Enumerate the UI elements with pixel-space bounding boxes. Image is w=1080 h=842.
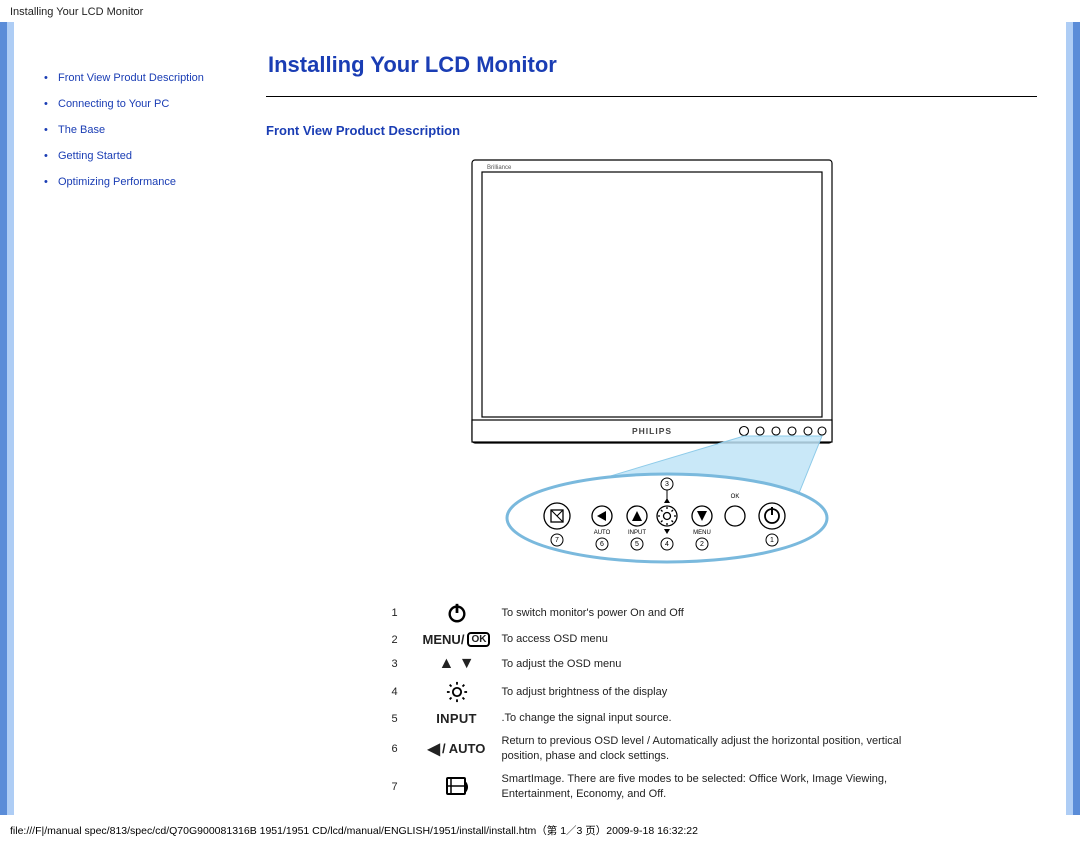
svg-text:3: 3	[665, 481, 669, 488]
sidebar-link[interactable]: The Base	[58, 124, 105, 136]
main-content: Installing Your LCD Monitor Front View P…	[266, 22, 1057, 815]
svg-text:4: 4	[665, 541, 669, 548]
left-gutter	[0, 22, 34, 815]
legend-row: 1 To switch monitor's power On and Off	[392, 598, 912, 628]
legend-number: 6	[392, 743, 412, 755]
legend-row: 2 MENU/ OK To access OSD menu	[392, 628, 912, 651]
svg-text:2: 2	[700, 541, 704, 548]
smartimage-icon	[412, 776, 502, 798]
bullet-icon: •	[44, 150, 58, 162]
monitor-diagram: Brilliance PHILIPS	[417, 158, 887, 578]
footer-path: file:///F|/manual spec/813/spec/cd/Q70G9…	[0, 815, 1080, 842]
bullet-icon: •	[44, 176, 58, 188]
svg-text:OK: OK	[730, 494, 739, 500]
sidebar-item-connecting-pc[interactable]: • Connecting to Your PC	[44, 98, 266, 110]
legend-desc: .To change the signal input source.	[502, 711, 912, 726]
svg-text:5: 5	[635, 541, 639, 548]
page-title: Installing Your LCD Monitor	[268, 52, 1037, 78]
bullet-icon: •	[44, 124, 58, 136]
legend-desc: Return to previous OSD level / Automatic…	[502, 734, 912, 764]
svg-text:7: 7	[555, 537, 559, 544]
divider	[266, 96, 1037, 97]
brightness-icon	[412, 681, 502, 703]
up-down-arrows-icon: ▲ ▼	[412, 655, 502, 673]
sidebar-item-getting-started[interactable]: • Getting Started	[44, 150, 266, 162]
legend-number: 1	[392, 607, 412, 619]
legend-desc: To adjust the OSD menu	[502, 657, 912, 672]
branding-left-text: Brilliance	[487, 165, 512, 171]
legend-row: 7 SmartImage. There are five modes to be…	[392, 768, 912, 806]
sidebar-link[interactable]: Front View Produt Description	[58, 72, 204, 84]
controls-legend: 1 To switch monitor's power On and Off 2…	[392, 598, 912, 805]
svg-text:INPUT: INPUT	[628, 530, 646, 536]
back-auto-icon: ◀/ AUTO	[412, 739, 502, 759]
legend-number: 7	[392, 781, 412, 793]
legend-number: 4	[392, 686, 412, 698]
sidebar-link[interactable]: Connecting to Your PC	[58, 98, 169, 110]
branding-center-text: PHILIPS	[631, 426, 671, 436]
sidebar-item-the-base[interactable]: • The Base	[44, 124, 266, 136]
legend-row: 3 ▲ ▼ To adjust the OSD menu	[392, 651, 912, 677]
sidebar-item-optimizing-performance[interactable]: • Optimizing Performance	[44, 176, 266, 188]
svg-text:6: 6	[600, 541, 604, 548]
input-label-icon: INPUT	[412, 711, 502, 726]
sidebar-link[interactable]: Optimizing Performance	[58, 176, 176, 188]
section-title: Front View Product Description	[266, 123, 1037, 138]
legend-row: 6 ◀/ AUTO Return to previous OSD level /…	[392, 730, 912, 768]
power-icon	[412, 602, 502, 624]
legend-row: 5 INPUT .To change the signal input sour…	[392, 707, 912, 730]
legend-desc: To adjust brightness of the display	[502, 685, 912, 700]
right-gutter	[1057, 22, 1080, 815]
legend-row: 4 To adjust brightness of the display	[392, 677, 912, 707]
page-header: Installing Your LCD Monitor	[0, 0, 1080, 22]
bullet-icon: •	[44, 72, 58, 84]
legend-number: 3	[392, 658, 412, 670]
legend-number: 2	[392, 634, 412, 646]
sidebar-nav: • Front View Produt Description • Connec…	[34, 22, 266, 815]
legend-desc: To access OSD menu	[502, 632, 912, 647]
sidebar-item-front-view[interactable]: • Front View Produt Description	[44, 72, 266, 84]
menu-ok-icon: MENU/ OK	[412, 632, 502, 647]
svg-text:MENU: MENU	[693, 530, 711, 536]
sidebar-link[interactable]: Getting Started	[58, 150, 132, 162]
legend-desc: To switch monitor's power On and Off	[502, 606, 912, 621]
legend-number: 5	[392, 713, 412, 725]
legend-desc: SmartImage. There are five modes to be s…	[502, 772, 912, 802]
svg-text:1: 1	[770, 537, 774, 544]
bullet-icon: •	[44, 98, 58, 110]
svg-text:AUTO: AUTO	[593, 530, 610, 536]
